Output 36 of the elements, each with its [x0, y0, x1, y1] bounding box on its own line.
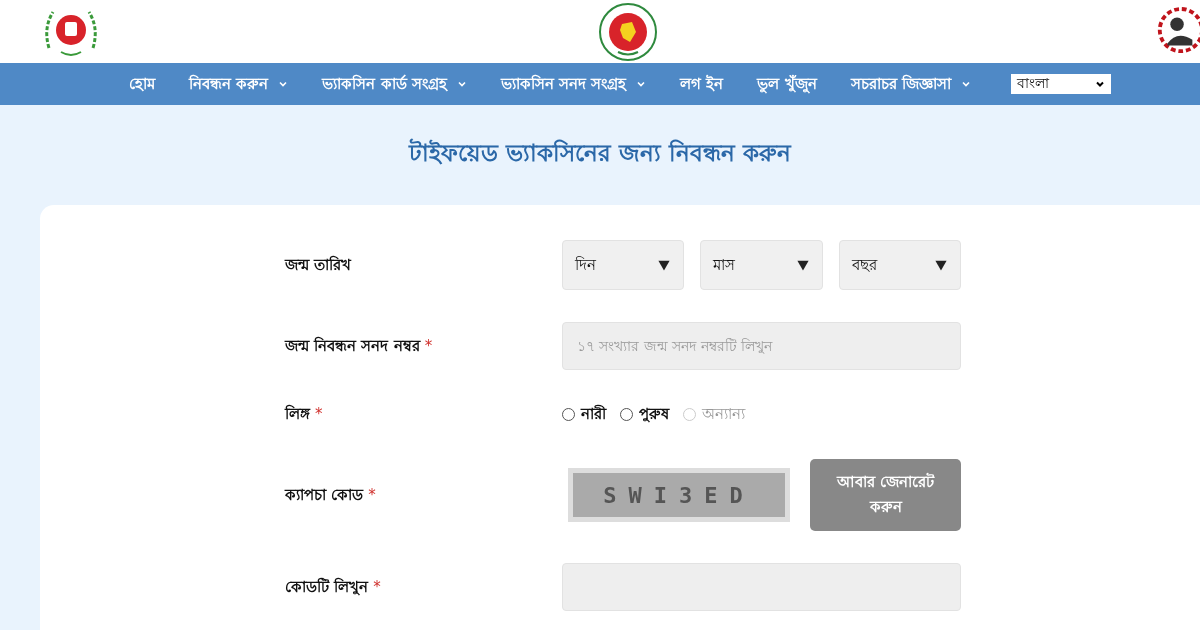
nav-dropdown[interactable]: নিবন্ধন করুন [189, 71, 289, 97]
radio-option[interactable]: পুরুষ [620, 402, 669, 427]
input-field[interactable] [562, 563, 961, 611]
nav-link[interactable]: লগ ইন [680, 71, 724, 97]
dropdown-field[interactable]: বছর [838, 240, 961, 290]
chevron-down-icon [960, 79, 971, 89]
nav-link[interactable]: ভুল খুঁজুন [757, 71, 817, 97]
field-label: লিঙ্গ [285, 405, 310, 423]
regenerate-button[interactable]: আবার জেনারেট করুন [810, 459, 961, 531]
required-mark: * [315, 405, 323, 423]
field-label: জন্ম তারিখ [285, 255, 352, 274]
radio-option[interactable]: নারী [562, 402, 606, 427]
field-label: কোডটি লিখুন [285, 577, 369, 596]
chevron-down-icon [456, 79, 467, 89]
required-mark: * [368, 485, 376, 504]
nav-dropdown[interactable]: ভ্যাকসিন সনদ সংগ্রহ [500, 71, 647, 97]
chevron-down-icon [278, 79, 289, 89]
field-label: জন্ম নিবন্ধন সনদ নম্বর [285, 336, 420, 355]
nav-dropdown[interactable]: ভ্যাকসিন কার্ড সংগ্রহ [322, 71, 467, 97]
triangle-down-icon [795, 258, 810, 272]
field-label: ক্যাপচা কোড [285, 485, 364, 504]
chevron-down-icon [636, 79, 647, 89]
input-field[interactable]: ১৭ সংখ্যার জন্ম সনদ নম্বরটি লিখুন [562, 322, 961, 370]
page-title: টাইফয়েড ভ্যাকসিনের জন্য নিবন্ধন করুন [407, 137, 793, 168]
language-select[interactable]: বাংলা [1010, 74, 1111, 94]
triangle-down-icon [934, 258, 948, 272]
dropdown-field[interactable]: মাস [700, 240, 823, 290]
captcha-image: SWI3ED [568, 468, 790, 522]
radio-option: অন্যান্য [683, 402, 745, 427]
nav-dropdown[interactable]: সচরাচর জিজ্ঞাসা [850, 71, 971, 97]
required-mark: * [424, 336, 433, 355]
nav-link[interactable]: হোম [129, 71, 156, 97]
triangle-down-icon [657, 258, 672, 272]
required-mark: * [373, 577, 381, 596]
chevron-down-icon [1094, 79, 1105, 89]
dropdown-field[interactable]: দিন [562, 240, 685, 290]
